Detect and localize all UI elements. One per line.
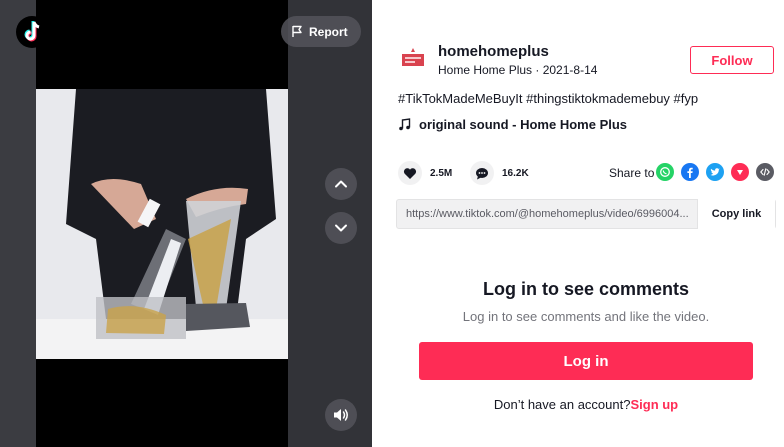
pinterest-icon[interactable] xyxy=(731,163,749,181)
video-blur-left xyxy=(0,0,36,447)
comment-stat[interactable]: 16.2K xyxy=(470,161,529,185)
post-date: 2021-8-14 xyxy=(542,63,598,77)
volume-icon xyxy=(334,409,348,421)
author-avatar[interactable] xyxy=(398,44,428,74)
video-panel: Report xyxy=(0,0,372,447)
video-player[interactable] xyxy=(36,0,288,447)
signup-prompt-row: Don’t have an account?Sign up xyxy=(372,397,784,412)
share-label: Share to xyxy=(609,166,655,180)
report-label: Report xyxy=(309,24,348,39)
comment-button[interactable] xyxy=(470,161,494,185)
facebook-icon[interactable] xyxy=(681,163,699,181)
twitter-icon[interactable] xyxy=(706,163,724,181)
comments-login-title: Log in to see comments xyxy=(482,279,690,299)
previous-video-button[interactable] xyxy=(325,168,357,200)
author-display-name[interactable]: Home Home Plus xyxy=(438,63,532,77)
video-caption[interactable]: #TikTokMadeMeBuyIt #thingstiktokmademebu… xyxy=(398,91,698,106)
volume-button[interactable] xyxy=(325,399,357,431)
follow-button[interactable]: Follow xyxy=(690,46,774,74)
music-title: original sound - Home Home Plus xyxy=(419,117,628,132)
like-stat[interactable]: 2.5M xyxy=(398,161,452,185)
copy-link-button[interactable]: Copy link xyxy=(697,199,775,229)
comments-login-subtitle: Log in to see comments and like the vide… xyxy=(462,309,710,324)
signup-prompt-text: Don’t have an account? xyxy=(493,397,631,412)
share-link-url[interactable]: https://www.tiktok.com/@homehomeplus/vid… xyxy=(406,200,692,228)
tiktok-logo-icon[interactable] xyxy=(16,16,48,48)
signup-link[interactable]: Sign up xyxy=(630,397,678,412)
login-button[interactable]: Log in xyxy=(419,342,753,380)
embed-icon[interactable] xyxy=(756,163,774,181)
video-frame-image xyxy=(36,89,288,359)
comment-count: 16.2K xyxy=(502,167,529,179)
like-button[interactable] xyxy=(398,161,422,185)
like-count: 2.5M xyxy=(430,167,453,179)
author-subline: Home Home Plus · 2021-8-14 xyxy=(438,63,597,77)
next-video-button[interactable] xyxy=(325,212,357,244)
subline-separator: · xyxy=(532,63,543,77)
chevron-down-icon xyxy=(335,224,347,232)
comment-icon xyxy=(476,167,488,179)
flag-icon xyxy=(292,25,302,37)
whatsapp-icon[interactable] xyxy=(656,163,674,181)
video-details-panel: homehomeplus Home Home Plus · 2021-8-14 … xyxy=(372,0,784,447)
share-link-box: https://www.tiktok.com/@homehomeplus/vid… xyxy=(396,199,776,229)
author-username[interactable]: homehomeplus xyxy=(438,43,549,60)
report-button[interactable]: Report xyxy=(281,16,361,47)
heart-icon xyxy=(403,167,417,179)
chevron-up-icon xyxy=(335,180,347,188)
music-row[interactable]: original sound - Home Home Plus xyxy=(398,117,627,132)
music-note-icon xyxy=(399,118,411,131)
